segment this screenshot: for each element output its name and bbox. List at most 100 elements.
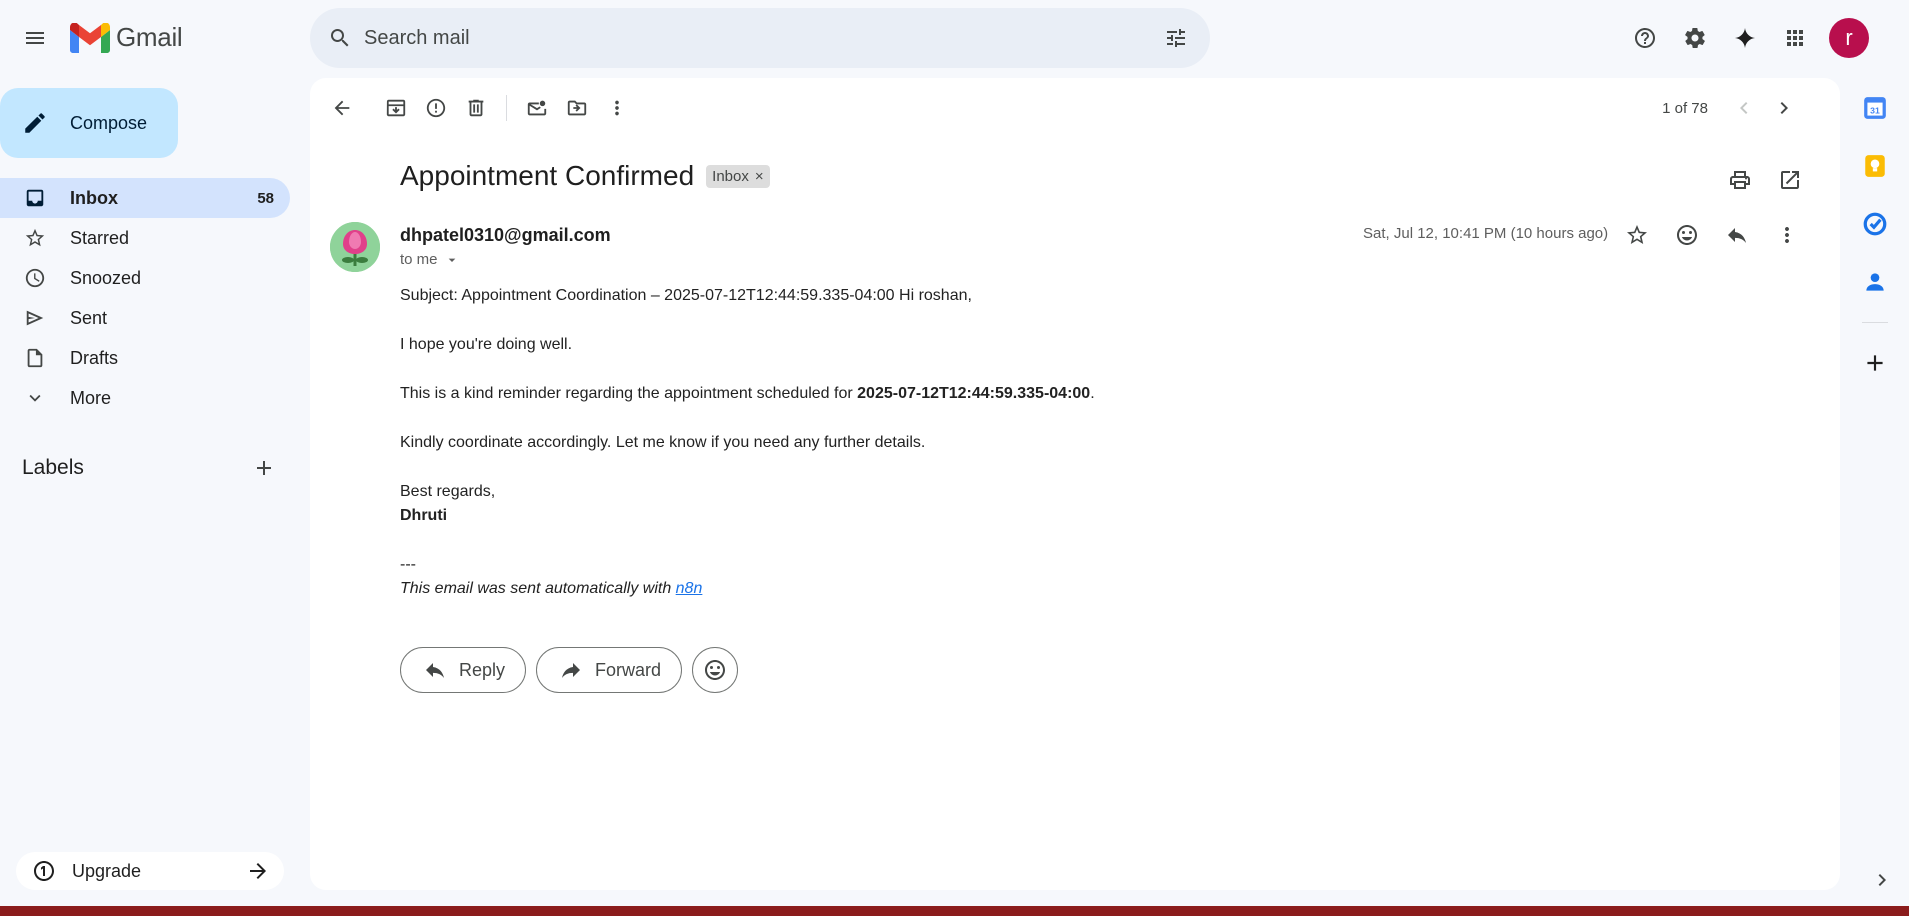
tasks-app-button[interactable]: [1857, 206, 1893, 242]
email-toolbar: [322, 88, 637, 128]
contacts-app-button[interactable]: [1857, 264, 1893, 300]
message-more-button[interactable]: [1767, 215, 1807, 255]
sender-email[interactable]: dhpatel0310@gmail.com: [400, 225, 611, 246]
help-icon: [1635, 28, 1655, 48]
sender-avatar[interactable]: [330, 222, 380, 272]
emoji-icon: [705, 660, 726, 680]
chevron-down-icon: [29, 394, 41, 402]
mark-unread-button[interactable]: [517, 88, 557, 128]
remove-label-button[interactable]: ×: [755, 168, 764, 185]
side-panel: 31: [1855, 90, 1895, 381]
print-button[interactable]: [1720, 160, 1760, 200]
upgrade-button[interactable]: Upgrade: [16, 852, 284, 890]
clock-icon: [25, 268, 45, 288]
gemini-button[interactable]: [1725, 18, 1765, 58]
closing: Best regards,: [400, 483, 496, 500]
settings-button[interactable]: [1675, 18, 1715, 58]
separator: ---: [400, 556, 416, 573]
calendar-icon: 31: [1864, 97, 1886, 119]
compose-button[interactable]: Compose: [0, 88, 178, 158]
emoji-reaction-button[interactable]: [692, 647, 739, 693]
report-icon: [426, 98, 446, 118]
body-line: Subject: Appointment Coordination – 2025…: [400, 287, 972, 304]
more-options-button[interactable]: [597, 88, 637, 128]
subject-actions: [1720, 160, 1810, 200]
search-bar: [310, 8, 1210, 68]
create-label-button[interactable]: [244, 448, 284, 488]
sidebar-item-starred[interactable]: Starred: [0, 218, 290, 258]
sparkle-icon: [1735, 28, 1755, 48]
forward-button[interactable]: Forward: [536, 647, 683, 693]
more-vert-icon: [1785, 227, 1789, 243]
appointment-time: 2025-07-12T12:44:59.335-04:00: [857, 385, 1091, 402]
main-menu-button[interactable]: [15, 18, 55, 58]
chevron-left-icon: [1740, 102, 1748, 114]
pagination-text: 1 of 78: [1662, 99, 1708, 117]
sidebar-item-snoozed[interactable]: Snoozed: [0, 258, 290, 298]
message-actions: [1617, 215, 1807, 255]
gmail-m-icon: [70, 22, 110, 53]
mark-unread-icon: [527, 100, 547, 116]
inbox-icon: [26, 189, 44, 207]
tasks-icon: [1863, 212, 1887, 236]
forward-label: Forward: [595, 659, 662, 680]
sidebar-item-label: Drafts: [70, 347, 119, 368]
archive-button[interactable]: [376, 88, 416, 128]
search-icon: [331, 29, 349, 47]
reply-icon: [1728, 228, 1746, 243]
send-icon: [26, 310, 44, 326]
more-vert-icon: [615, 100, 619, 116]
footer-note: This email was sent automatically with n…: [400, 577, 1500, 601]
move-to-button[interactable]: [557, 88, 597, 128]
body-line: Kindly coordinate accordingly. Let me kn…: [400, 434, 926, 451]
email-body: Subject: Appointment Coordination – 2025…: [400, 284, 1500, 626]
apps-button[interactable]: [1775, 18, 1815, 58]
report-spam-button[interactable]: [416, 88, 456, 128]
newer-button[interactable]: [1724, 88, 1764, 128]
support-button[interactable]: [1625, 18, 1665, 58]
open-new-window-button[interactable]: [1770, 160, 1810, 200]
sidebar-item-drafts[interactable]: Drafts: [0, 338, 290, 378]
signature-name: Dhruti: [400, 507, 448, 524]
sidebar-item-inbox[interactable]: Inbox 58: [0, 178, 290, 218]
older-button[interactable]: [1764, 88, 1804, 128]
account-avatar[interactable]: r: [1829, 18, 1869, 58]
email-view: 1 of 78 Appointment Confirmed Inbox × dh…: [310, 78, 1840, 890]
pencil-icon: [25, 113, 45, 133]
inbox-label-chip[interactable]: Inbox ×: [706, 164, 770, 188]
email-subject: Appointment Confirmed: [400, 160, 695, 191]
gmail-logo[interactable]: Gmail: [70, 22, 183, 53]
labels-title: Labels: [22, 456, 84, 479]
plus-icon: [257, 461, 271, 475]
recipient-text: to me: [400, 251, 438, 268]
keep-app-button[interactable]: [1857, 148, 1893, 184]
hamburger-menu-icon: [26, 32, 44, 44]
email-date: Sat, Jul 12, 10:41 PM (10 hours ago): [1363, 225, 1609, 242]
search-button[interactable]: [320, 18, 360, 58]
recipient-details[interactable]: to me: [400, 251, 460, 268]
calendar-app-button[interactable]: 31: [1857, 90, 1893, 126]
reply-actions: Reply Forward: [400, 647, 739, 693]
footer-text: This email was sent automatically with: [400, 580, 676, 597]
forward-icon: [562, 663, 581, 678]
toolbar-divider: [506, 95, 507, 121]
show-side-panel-button[interactable]: [1862, 860, 1902, 900]
sidebar-item-label: Inbox: [70, 187, 118, 208]
add-reaction-button[interactable]: [1667, 215, 1707, 255]
reply-button[interactable]: Reply: [400, 647, 527, 693]
get-addons-button[interactable]: [1857, 345, 1893, 381]
apps-grid-icon: [1787, 30, 1803, 46]
search-input[interactable]: [364, 26, 1146, 50]
star-button[interactable]: [1617, 215, 1657, 255]
open-in-new-icon: [1781, 171, 1799, 189]
sidebar-nav: Inbox 58 Starred Snoozed Sent Drafts Mor…: [0, 178, 290, 418]
reply-icon-button[interactable]: [1717, 215, 1757, 255]
trash-icon: [468, 99, 484, 117]
sidebar-item-sent[interactable]: Sent: [0, 298, 290, 338]
search-options-button[interactable]: [1156, 18, 1196, 58]
back-button[interactable]: [322, 88, 362, 128]
delete-button[interactable]: [456, 88, 496, 128]
star-icon: [1627, 225, 1647, 244]
sidebar-item-more[interactable]: More: [0, 378, 290, 418]
n8n-link[interactable]: n8n: [676, 580, 703, 597]
